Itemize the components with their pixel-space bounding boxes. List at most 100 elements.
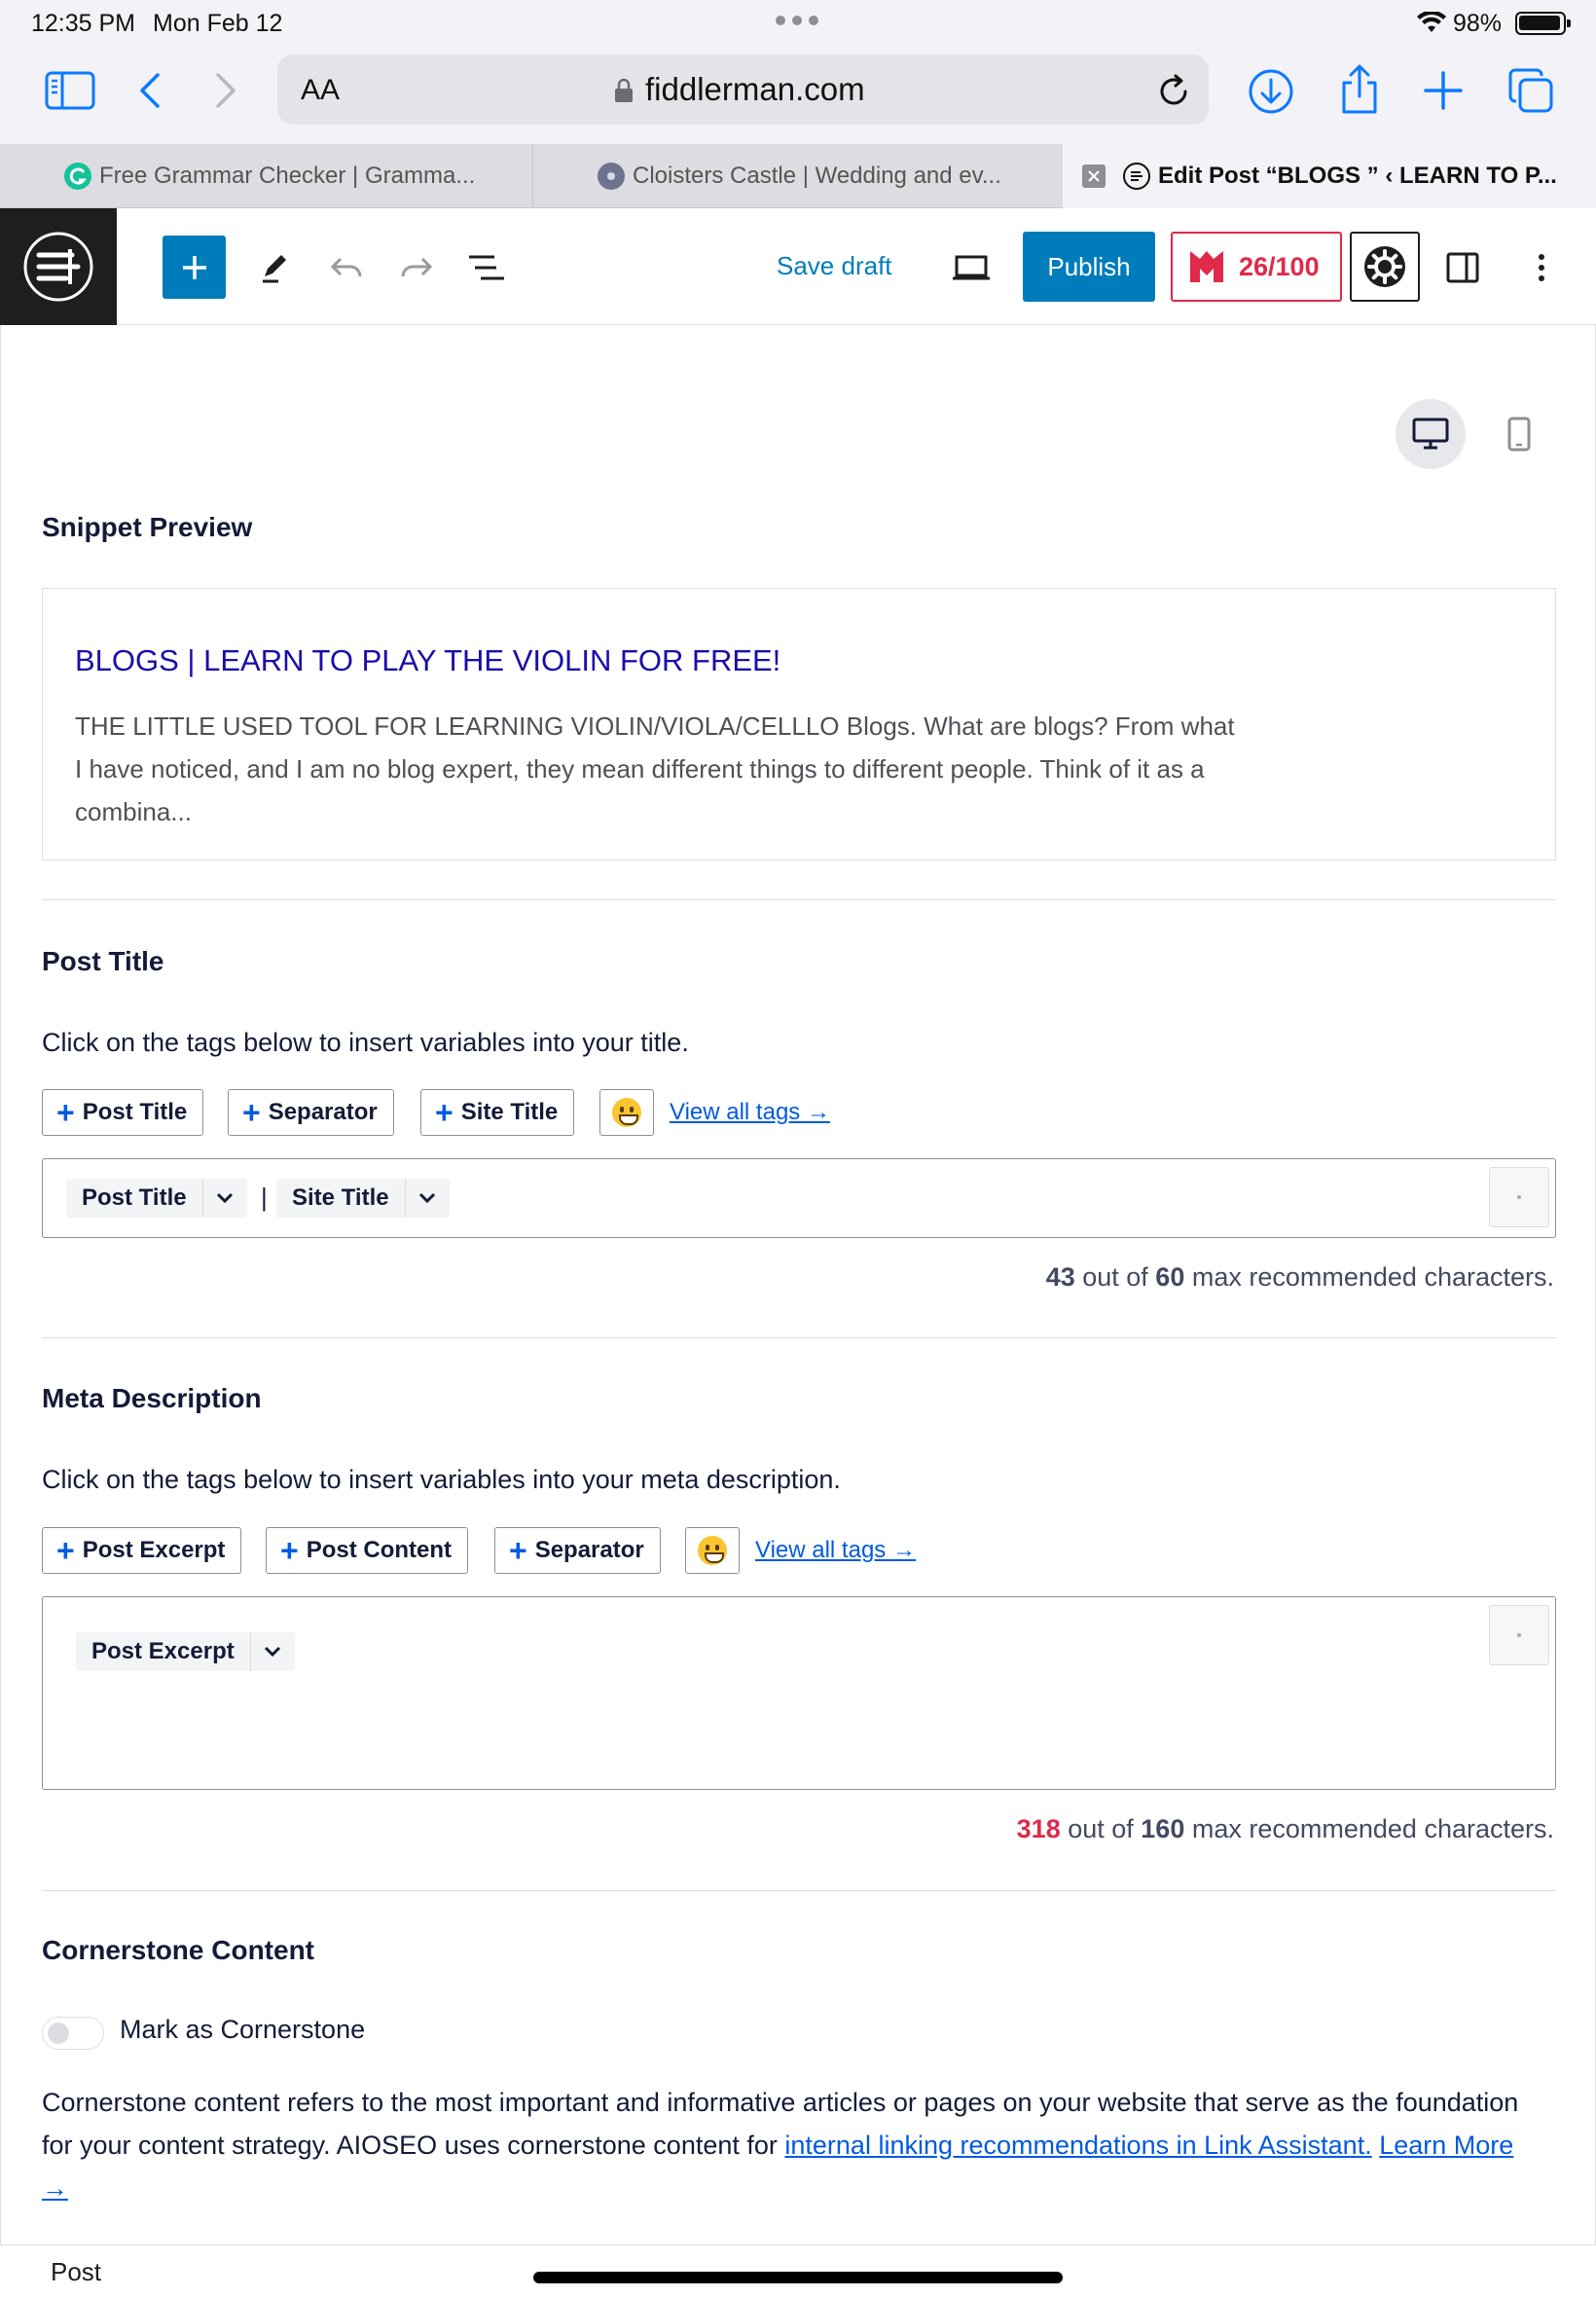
fiddlerman-icon	[1123, 163, 1150, 190]
forward-icon[interactable]	[208, 66, 243, 115]
grammarly-icon	[64, 163, 91, 190]
browser-toolbar: AA fiddlerman.com	[0, 45, 1596, 144]
add-tag-site-title-button[interactable]: + Site Title	[420, 1089, 575, 1136]
tab-edit-post[interactable]: Edit Post “BLOGS ” ‹ LEARN TO P...	[1063, 144, 1596, 208]
undo-icon[interactable]	[319, 240, 374, 295]
battery-percent: 98%	[1453, 10, 1503, 37]
emoji-button[interactable]	[599, 1089, 654, 1136]
settings-button[interactable]	[1350, 232, 1420, 302]
aioseo-score-button[interactable]: 26/100	[1171, 232, 1342, 302]
preview-icon[interactable]	[944, 240, 998, 295]
view-all-tags-link[interactable]: View all tags →	[670, 1099, 830, 1126]
close-tab-icon[interactable]	[1082, 164, 1106, 188]
url-domain: fiddlerman.com	[645, 71, 865, 107]
mobile-icon	[1507, 417, 1531, 452]
emoji-icon	[612, 1098, 641, 1127]
token-post-title[interactable]: Post Title	[66, 1179, 247, 1218]
battery-icon	[1515, 12, 1571, 35]
redo-icon[interactable]	[389, 240, 444, 295]
lock-icon	[615, 78, 633, 102]
section-divider	[42, 899, 1556, 900]
text-size-button[interactable]: AA	[301, 74, 340, 107]
snippet-description: THE LITTLE USED TOOL FOR LEARNING VIOLIN…	[75, 711, 1235, 826]
gear-icon	[1364, 246, 1405, 287]
tab-title: Edit Post “BLOGS ” ‹ LEARN TO P...	[1158, 163, 1557, 189]
multitasking-dots-icon[interactable]	[776, 16, 818, 25]
reload-icon[interactable]	[1156, 70, 1191, 109]
desktop-preview-toggle[interactable]	[1396, 399, 1466, 469]
back-icon[interactable]	[132, 66, 167, 115]
wifi-icon	[1417, 12, 1446, 32]
address-bar[interactable]: AA fiddlerman.com	[277, 55, 1209, 125]
editor-footer: Post	[0, 2244, 1596, 2297]
tab-title: Free Grammar Checker | Gramma...	[99, 163, 476, 189]
tab-title: Cloisters Castle | Wedding and ev...	[633, 163, 1001, 189]
tabs-overview-icon[interactable]	[1503, 62, 1559, 119]
cornerstone-description: Cornerstone content refers to the most i…	[42, 2088, 1519, 2203]
meta-description-instruction: Click on the tags below to insert variab…	[42, 1465, 841, 1494]
plus-icon: +	[435, 1095, 453, 1130]
view-all-tags-link[interactable]: View all tags →	[755, 1537, 916, 1564]
cornerstone-toggle[interactable]	[42, 2017, 104, 2050]
emoji-button[interactable]	[685, 1527, 740, 1574]
emoji-picker-button[interactable]	[1489, 1605, 1549, 1665]
sidebar-toggle-icon[interactable]	[43, 66, 97, 115]
more-options-icon[interactable]	[1514, 240, 1569, 295]
chevron-down-icon[interactable]	[249, 1632, 295, 1671]
downloads-icon[interactable]	[1244, 64, 1298, 119]
plus-icon: +	[56, 1533, 75, 1568]
home-indicator[interactable]	[533, 2272, 1063, 2283]
post-title-instruction: Click on the tags below to insert variab…	[42, 1028, 689, 1057]
post-title-heading: Post Title	[42, 946, 164, 976]
emoji-picker-button[interactable]	[1489, 1167, 1549, 1227]
link-assistant-link[interactable]: internal linking recommendations in Link…	[784, 2131, 1371, 2160]
plus-icon: +	[56, 1095, 75, 1130]
site-logo-icon[interactable]	[0, 208, 117, 325]
snippet-preview: BLOGS | LEARN TO PLAY THE VIOLIN FOR FRE…	[42, 588, 1556, 860]
status-date: Mon Feb 12	[153, 10, 283, 37]
cornerstone-toggle-label: Mark as Cornerstone	[120, 2015, 366, 2044]
add-tag-post-title-button[interactable]: + Post Title	[42, 1089, 204, 1136]
edit-tools-icon[interactable]	[248, 240, 303, 295]
add-tag-separator-button[interactable]: + Separator	[494, 1527, 661, 1574]
title-char-count: 43 out of 60 max recommended characters.	[1045, 1262, 1554, 1292]
aioseo-general-panel: Snippet Preview BLOGS | LEARN TO PLAY TH…	[0, 325, 1596, 2244]
add-tag-post-content-button[interactable]: + Post Content	[266, 1527, 469, 1574]
status-bar: 12:35 PM Mon Feb 12 98%	[0, 0, 1596, 45]
chevron-down-icon[interactable]	[201, 1179, 247, 1218]
post-title-editor[interactable]: Post Title | Site Title	[42, 1158, 1556, 1238]
sidebar-panel-icon[interactable]	[1435, 240, 1490, 295]
add-block-button[interactable]	[163, 236, 226, 299]
section-divider	[42, 1337, 1556, 1338]
add-tag-separator-button[interactable]: + Separator	[228, 1089, 394, 1136]
status-time: 12:35 PM	[31, 10, 136, 37]
chevron-down-icon[interactable]	[404, 1179, 450, 1218]
tab-grammar-checker[interactable]: Free Grammar Checker | Gramma...	[0, 144, 532, 208]
meta-description-editor[interactable]: Post Excerpt	[42, 1596, 1556, 1790]
title-separator: |	[261, 1183, 268, 1212]
plus-icon: +	[242, 1095, 261, 1130]
cornerstone-heading: Cornerstone Content	[42, 1935, 314, 1965]
share-icon[interactable]	[1333, 60, 1386, 119]
breadcrumb[interactable]: Post	[51, 2257, 101, 2287]
tab-cloisters-castle[interactable]: Cloisters Castle | Wedding and ev...	[533, 144, 1063, 208]
token-site-title[interactable]: Site Title	[276, 1179, 450, 1218]
mobile-preview-toggle[interactable]	[1484, 399, 1554, 469]
section-divider	[42, 1890, 1556, 1891]
emoji-icon	[698, 1536, 727, 1565]
new-tab-icon[interactable]	[1417, 64, 1469, 117]
description-char-count: 318 out of 160 max recommended character…	[1016, 1814, 1554, 1843]
publish-button[interactable]: Publish	[1023, 232, 1155, 302]
aioseo-logo-icon	[1190, 251, 1223, 282]
add-tag-post-excerpt-button[interactable]: + Post Excerpt	[42, 1527, 242, 1574]
token-post-excerpt[interactable]: Post Excerpt	[76, 1632, 295, 1671]
desktop-icon	[1412, 418, 1449, 450]
snippet-title: BLOGS | LEARN TO PLAY THE VIOLIN FOR FRE…	[75, 643, 781, 677]
castle-icon	[598, 163, 625, 190]
document-overview-icon[interactable]	[459, 240, 514, 295]
save-draft-button[interactable]: Save draft	[777, 251, 892, 281]
editor-header: Save draft Publish 26/100	[0, 208, 1596, 325]
tab-bar: Free Grammar Checker | Gramma... Cloiste…	[0, 144, 1596, 208]
snippet-preview-heading: Snippet Preview	[42, 512, 253, 542]
meta-description-heading: Meta Description	[42, 1383, 262, 1413]
